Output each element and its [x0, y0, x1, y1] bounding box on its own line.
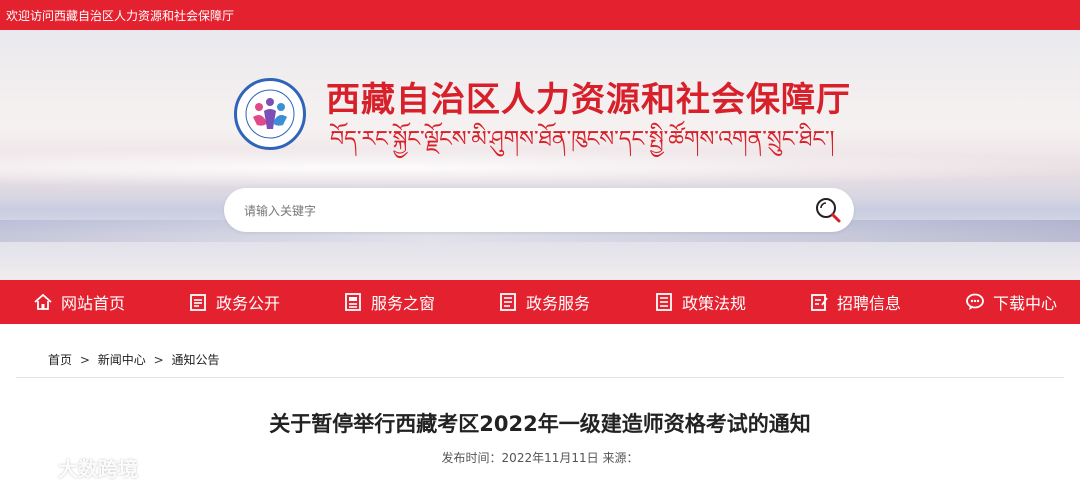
article-title: 关于暂停举行西藏考区2022年一级建造师资格考试的通知: [269, 412, 811, 436]
home-icon: [34, 293, 52, 310]
nav-item-policy[interactable]: 政策法规: [654, 280, 746, 324]
watermark: 大数跨境: [10, 453, 138, 482]
nav-label: 网站首页: [61, 294, 126, 313]
nav-label: 招聘信息: [837, 294, 902, 313]
search-box: [224, 188, 854, 232]
nav-item-downloads[interactable]: 下载中心: [965, 280, 1057, 324]
top-bar: 欢迎访问西藏自治区人力资源和社会保障厅: [0, 0, 1080, 30]
welcome-text: 欢迎访问西藏自治区人力资源和社会保障厅: [6, 9, 235, 23]
nav-label: 政务服务: [526, 294, 591, 313]
nav-item-recruitment[interactable]: 招聘信息: [809, 280, 901, 324]
watermark-logo-icon: [12, 459, 54, 475]
watermark-text: 大数跨境: [58, 457, 138, 481]
search-icon: [816, 198, 841, 223]
site-title-tibetan: བོད་རང་སྐྱོང་ལྗོངས་མི་ཤུགས་ཐོན་ཁུངས་དང་ས…: [330, 127, 835, 152]
header-banner: 西藏自治区人力资源和社会保障厅 བོད་རང་སྐྱོང་ལྗོངས་མི་ཤུ…: [0, 30, 1080, 280]
nav-item-gov-services[interactable]: 政务服务: [498, 280, 590, 324]
nav-item-home[interactable]: 网站首页: [33, 280, 125, 324]
divider: [16, 377, 1064, 378]
clipboard-icon: [190, 294, 206, 311]
breadcrumb-news-center[interactable]: 新闻中心: [98, 353, 146, 367]
nav-item-gov-affairs[interactable]: 政务公开: [188, 280, 280, 324]
search-input[interactable]: [242, 199, 786, 223]
nav-item-service-window[interactable]: 服务之窗: [343, 280, 435, 324]
list-icon: [500, 293, 516, 311]
breadcrumb-home[interactable]: 首页: [48, 353, 72, 367]
breadcrumb: 首页 > 新闻中心 > 通知公告: [48, 351, 219, 368]
nav-label: 政策法规: [682, 294, 747, 313]
department-logo: [234, 78, 306, 150]
search-button[interactable]: [814, 196, 842, 224]
article-meta: 发布时间：2022年11月11日 来源：: [441, 451, 639, 465]
main-nav: 网站首页 政务公开 服务之窗 政务服务 政策法规 招聘信息 下载中心: [0, 280, 1080, 324]
policy-icon: [656, 293, 672, 311]
document-icon: [345, 293, 361, 311]
nav-label: 政务公开: [216, 294, 281, 313]
breadcrumb-separator: >: [153, 353, 164, 367]
chat-icon: [966, 293, 984, 310]
breadcrumb-separator: >: [79, 353, 90, 367]
edit-icon: [811, 294, 828, 311]
breadcrumb-notices[interactable]: 通知公告: [171, 353, 219, 367]
nav-label: 服务之窗: [371, 294, 436, 313]
nav-label: 下载中心: [993, 294, 1058, 313]
